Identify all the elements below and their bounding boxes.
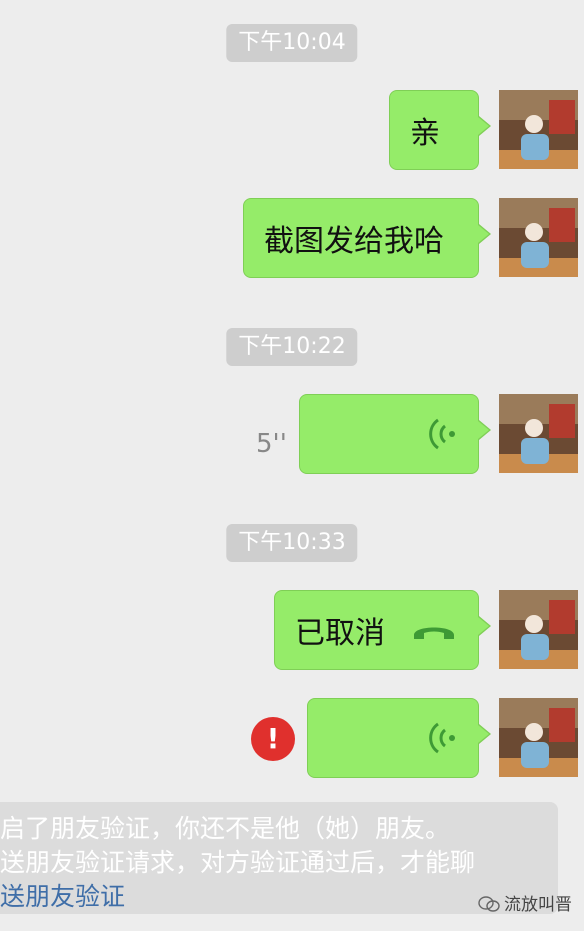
- message-bubble[interactable]: 截图发给我哈: [243, 198, 491, 278]
- avatar[interactable]: [499, 394, 578, 473]
- timestamp: 下午10:33: [226, 524, 358, 562]
- phone-hangup-icon: [414, 627, 454, 639]
- avatar[interactable]: [499, 590, 578, 669]
- message-bubble[interactable]: 亲: [389, 90, 491, 170]
- avatar-image: [499, 198, 578, 277]
- voice-duration: 5'': [256, 429, 287, 459]
- send-failed-icon[interactable]: !: [251, 717, 295, 761]
- call-cancelled-bubble[interactable]: 已取消: [274, 590, 491, 670]
- voice-message-bubble[interactable]: [299, 394, 491, 474]
- watermark: 流放叫晋: [478, 890, 572, 915]
- message-text: 亲: [410, 116, 440, 151]
- avatar[interactable]: [499, 198, 578, 277]
- avatar-image: [499, 394, 578, 473]
- avatar-image: [499, 698, 578, 777]
- voice-message-bubble[interactable]: [307, 698, 491, 778]
- message-text: 截图发给我哈: [264, 224, 444, 259]
- notice-line: 送朋友验证请求，对方验证通过后，才能聊: [0, 848, 476, 877]
- voice-wave-icon: [429, 722, 455, 754]
- watermark-text: 流放叫晋: [504, 895, 572, 915]
- timestamp: 下午10:22: [226, 328, 358, 366]
- wechat-icon: [478, 896, 500, 912]
- avatar-image: [499, 90, 578, 169]
- avatar-image: [499, 590, 578, 669]
- notice-line: 启了朋友验证，你还不是他（她）朋友。: [0, 814, 451, 843]
- send-verification-link[interactable]: 送朋友验证: [0, 880, 558, 914]
- avatar[interactable]: [499, 698, 578, 777]
- voice-wave-icon: [429, 418, 455, 450]
- timestamp: 下午10:04: [226, 24, 358, 62]
- call-status-text: 已取消: [295, 616, 385, 651]
- avatar[interactable]: [499, 90, 578, 169]
- system-notice: 启了朋友验证，你还不是他（她）朋友。 送朋友验证请求，对方验证通过后，才能聊 送…: [0, 802, 558, 914]
